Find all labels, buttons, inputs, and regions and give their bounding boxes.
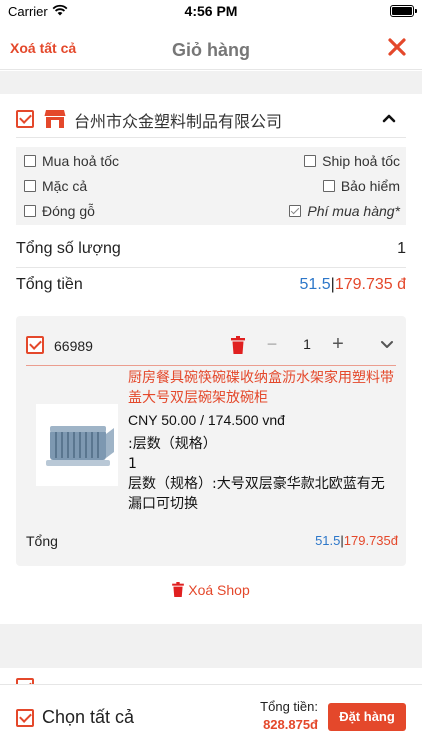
product-image[interactable]: [36, 404, 118, 486]
option-label: Ship hoả tốc: [322, 153, 400, 169]
total-amount-value: 51.5|179.735 đ: [299, 276, 406, 293]
option-bargain[interactable]: Mặc cả: [24, 178, 87, 194]
chevron-up-icon[interactable]: [382, 112, 396, 124]
close-icon[interactable]: [386, 36, 408, 58]
checkbox[interactable]: [24, 205, 36, 217]
item-total-label: Tổng: [26, 533, 58, 549]
option-wood-packing[interactable]: Đóng gỗ: [24, 203, 95, 219]
total-amount-label: Tổng tiền: [16, 276, 83, 293]
option-label: Đóng gỗ: [42, 203, 95, 219]
total-vnd: 179.735 đ: [334, 276, 406, 293]
checkbox[interactable]: [304, 155, 317, 167]
nav-bar: Xoá tất cả Giỏ hàng: [0, 24, 422, 70]
item-total-vnd: 179.735đ: [343, 533, 398, 548]
option-express-ship[interactable]: Ship hoả tốc: [304, 153, 400, 169]
cart-item: 66989 − 1 + 厨房餐具碗筷碗碟收纳盒沥水架家用塑料带盖大号双层碗架放碗…: [16, 316, 406, 566]
delete-shop-button[interactable]: Xoá Shop: [0, 582, 422, 598]
option-label: Bảo hiểm: [340, 178, 400, 194]
total-amount-row: Tổng tiền 51.5|179.735 đ: [16, 268, 406, 304]
chevron-down-icon[interactable]: [380, 340, 394, 350]
attr-line: 层数（规格）:大号双层豪华款北欧蓝有无漏口可切换: [128, 476, 385, 512]
option-label: Mua hoả tốc: [42, 153, 120, 169]
option-label: Mặc cả: [42, 178, 88, 194]
place-order-button[interactable]: Đặt hàng: [328, 703, 406, 731]
attr-line: :层数（规格）: [128, 436, 217, 452]
quantity-stepper: − 1 +: [262, 334, 352, 356]
checkbox[interactable]: [322, 180, 335, 192]
option-insurance[interactable]: Bảo hiểm: [322, 178, 400, 194]
total-cny: 51.5: [299, 276, 331, 293]
shop-name: 台州市众金塑料制品有限公司: [74, 112, 283, 131]
item-code: 66989: [54, 338, 93, 354]
item-total-cny: 51.5: [315, 533, 341, 548]
item-total-value: 51.5|179.735đ: [315, 533, 398, 548]
option-label: Phí mua hàng*: [307, 203, 400, 219]
trash-icon: [172, 582, 185, 597]
battery-icon: [390, 5, 417, 17]
select-all-checkbox[interactable]: [16, 709, 34, 727]
clock: 4:56 PM: [184, 3, 238, 19]
store-icon: [44, 110, 66, 128]
divider: [26, 365, 396, 366]
checkbox[interactable]: [289, 205, 302, 217]
total-quantity-row: Tổng số lượng 1: [16, 232, 406, 268]
shop-header: 台州市众金塑料制品有限公司: [16, 100, 406, 138]
total-quantity-value: 1: [397, 240, 406, 257]
checkbox[interactable]: [24, 155, 36, 167]
product-name[interactable]: 厨房餐具碗筷碗碟收纳盒沥水架家用塑料带盖大号双层碗架放碗柜: [128, 368, 398, 408]
next-shop-header: [0, 668, 422, 684]
grand-total-label: Tổng tiền:: [260, 699, 318, 714]
increase-button[interactable]: +: [328, 334, 348, 356]
product-price: CNY 50.00 / 174.500 vnđ: [128, 412, 285, 428]
status-bar: Carrier 4:56 PM: [0, 0, 422, 24]
section-spacer: [0, 71, 422, 94]
trash-icon[interactable]: [231, 336, 245, 354]
section-spacer: [0, 624, 422, 668]
item-checkbox[interactable]: [26, 336, 44, 354]
page-title: Giỏ hàng: [172, 40, 250, 60]
checkout-bar: Chọn tất cả Tổng tiền: 828.875đ Đặt hàng: [0, 684, 422, 750]
product-attributes: :层数（规格） 1 层数（规格）:大号双层豪华款北欧蓝有无漏口可切换: [128, 434, 398, 514]
attr-line: 1: [128, 456, 137, 472]
select-all-label[interactable]: Chọn tất cả: [42, 707, 134, 728]
decrease-button[interactable]: −: [262, 334, 282, 356]
total-quantity-label: Tổng số lượng: [16, 240, 121, 257]
service-options: Mua hoả tốc Ship hoả tốc Mặc cả Bảo hiểm…: [16, 147, 406, 225]
checkbox[interactable]: [24, 180, 36, 192]
grand-total-value: 828.875đ: [263, 717, 318, 732]
quantity-value[interactable]: 1: [296, 336, 318, 352]
shop-checkbox[interactable]: [16, 110, 34, 128]
delete-shop-label: Xoá Shop: [188, 582, 250, 598]
option-express-buy[interactable]: Mua hoả tốc: [24, 153, 119, 169]
option-purchase-fee[interactable]: Phí mua hàng*: [289, 203, 400, 219]
